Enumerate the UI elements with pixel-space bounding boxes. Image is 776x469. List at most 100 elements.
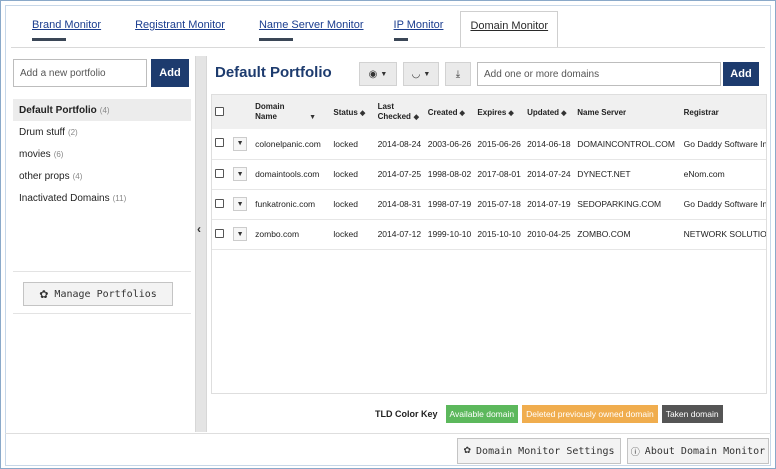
info-icon: ⓘ [630, 447, 640, 458]
tab-label: Registrant Monitor [135, 19, 225, 31]
cell-created: 1998-08-02 [424, 159, 475, 190]
tab-domain-monitor[interactable]: Domain Monitor [460, 11, 559, 47]
domains-table[interactable]: Domain Name ▼ Status ◆ Last Checked ◆ Creat… [211, 94, 767, 394]
col-registrar[interactable]: Registrar [681, 95, 766, 129]
rss-icon: ◡ [411, 68, 421, 80]
row-actions-cell: ▼ [230, 159, 253, 190]
cell-expires: 2015-06-26 [474, 129, 525, 160]
eye-icon: ◉ [368, 68, 378, 80]
select-all-cell [212, 95, 230, 129]
manage-portfolios-button[interactable]: ✿ Manage Portfolios [23, 282, 173, 306]
monitor-tabs: Brand Monitor Registrant Monitor Name Se… [11, 11, 559, 47]
tab-label: Name Server Monitor [258, 19, 364, 31]
portfolio-count: (11) [112, 193, 127, 203]
about-label: About Domain Monitor [644, 445, 766, 457]
row-menu-button[interactable]: ▼ [233, 136, 248, 151]
tab-divider [11, 47, 765, 48]
cell-updated: 2014-07-19 [524, 189, 575, 220]
view-options-button[interactable]: ◉ ▼ [359, 62, 397, 86]
gear-icon: ✿ [463, 446, 472, 456]
tab-label: IP Monitor [393, 19, 444, 31]
row-menu-button[interactable]: ▼ [233, 197, 248, 211]
cell-registrar: NETWORK SOLUTIONS [680, 219, 766, 250]
cell-registrar: eNom.com [680, 159, 766, 190]
cell-last-checked: 2014-07-12 [374, 219, 425, 250]
col-domain-name[interactable]: Domain Name ▼ [252, 95, 330, 129]
row-actions-cell: ▼ [230, 189, 253, 220]
portfolio-item-default[interactable]: Default Portfolio (4) [13, 99, 191, 121]
cell-domain[interactable]: funkatronic.com [252, 189, 331, 220]
table-row: ▼ colonelpanic.com locked 2014-08-24 200… [212, 129, 766, 160]
cell-last-checked: 2014-08-31 [374, 189, 425, 220]
tab-registrant-monitor[interactable]: Registrant Monitor [126, 11, 234, 47]
row-checkbox[interactable] [215, 168, 224, 178]
col-expires[interactable]: Expires ◆ [474, 95, 524, 129]
tab-label: Domain Monitor [470, 20, 549, 32]
col-updated[interactable]: Updated ◆ [524, 95, 574, 129]
key-taken-domain: Taken domain [661, 405, 723, 423]
portfolio-count: (2) [67, 127, 78, 137]
cell-domain[interactable]: zombo.com [252, 219, 331, 250]
table-header-row: Domain Name ▼ Status ◆ Last Checked ◆ Creat… [212, 95, 766, 129]
sort-icon: ◆ [508, 109, 514, 117]
portfolio-item-movies[interactable]: movies (6) [13, 143, 191, 165]
portfolio-item-other-props[interactable]: other props (4) [13, 165, 191, 187]
portfolio-count: (4) [72, 171, 83, 181]
portfolio-name: Default Portfolio [19, 104, 97, 116]
row-actions-cell: ▼ [230, 219, 253, 250]
tab-ip-monitor[interactable]: IP Monitor [385, 11, 453, 47]
caret-down-icon: ▼ [423, 70, 431, 78]
new-portfolio-input[interactable] [13, 59, 147, 87]
about-domain-monitor-button[interactable]: ⓘ About Domain Monitor [627, 438, 769, 464]
add-portfolio-button[interactable]: Add [151, 59, 189, 87]
sidebar-divider [13, 271, 191, 272]
portfolio-name: movies [19, 148, 51, 160]
download-button[interactable]: ⤓ [445, 62, 471, 86]
cell-domain[interactable]: domaintools.com [252, 159, 331, 190]
col-status[interactable]: Status ◆ [330, 95, 374, 129]
row-checkbox[interactable] [215, 138, 224, 148]
tab-name-server-monitor[interactable]: Name Server Monitor [250, 11, 373, 47]
portfolio-panel: Default Portfolio ◉▼ ◡▼ ⤓ Add Domain Nam… [211, 56, 771, 432]
portfolio-name: Inactivated Domains [19, 192, 110, 204]
cell-created: 2003-06-26 [424, 129, 475, 160]
column-label: Created [427, 107, 458, 117]
column-label: Last Checked [377, 102, 411, 121]
row-menu-button[interactable]: ▼ [233, 227, 248, 241]
add-domains-input[interactable] [477, 62, 721, 86]
cell-name-server: DYNECT.NET [574, 159, 681, 190]
row-select-cell [212, 189, 231, 220]
gear-icon: ✿ [39, 287, 49, 301]
row-menu-button[interactable]: ▼ [233, 167, 248, 181]
cell-updated: 2014-07-24 [524, 159, 575, 190]
col-name-server[interactable]: Name Server [574, 95, 680, 129]
cell-expires: 2017-08-01 [474, 159, 525, 190]
row-actions-cell: ▼ [230, 129, 253, 160]
column-label: Status [333, 107, 358, 117]
sidebar-collapse-handle[interactable]: ‹ [195, 56, 207, 432]
tld-color-key: TLD Color Key Available domain Deleted p… [375, 405, 723, 423]
feed-options-button[interactable]: ◡ ▼ [403, 62, 439, 86]
col-last-checked[interactable]: Last Checked ◆ [375, 95, 425, 129]
portfolio-item-inactivated[interactable]: Inactivated Domains (11) [13, 187, 191, 209]
portfolio-item-drum-stuff[interactable]: Drum stuff (2) [13, 121, 191, 143]
row-actions-header [230, 95, 252, 129]
sort-icon: ◆ [561, 109, 567, 117]
cell-last-checked: 2014-08-24 [374, 129, 425, 160]
row-checkbox[interactable] [215, 198, 224, 208]
cell-status: locked [330, 129, 375, 160]
settings-label: Domain Monitor Settings [476, 445, 615, 457]
cell-status: locked [330, 189, 375, 220]
select-all-checkbox[interactable] [215, 106, 224, 116]
cell-domain[interactable]: colonelpanic.com [252, 129, 331, 160]
table-row: ▼ funkatronic.com locked 2014-08-31 1998… [212, 189, 766, 220]
row-checkbox[interactable] [215, 228, 224, 238]
cell-updated: 2010-04-25 [524, 219, 575, 250]
domain-monitor-settings-button[interactable]: ✿ Domain Monitor Settings [457, 438, 621, 464]
download-icon: ⤓ [455, 68, 461, 80]
tab-brand-monitor[interactable]: Brand Monitor [23, 11, 110, 47]
add-domains-button[interactable]: Add [723, 62, 759, 86]
cell-created: 1999-10-10 [424, 219, 475, 250]
portfolio-sidebar: Add Default Portfolio(4) Drum stuff(2) m… [13, 59, 191, 435]
col-created[interactable]: Created ◆ [425, 95, 475, 129]
